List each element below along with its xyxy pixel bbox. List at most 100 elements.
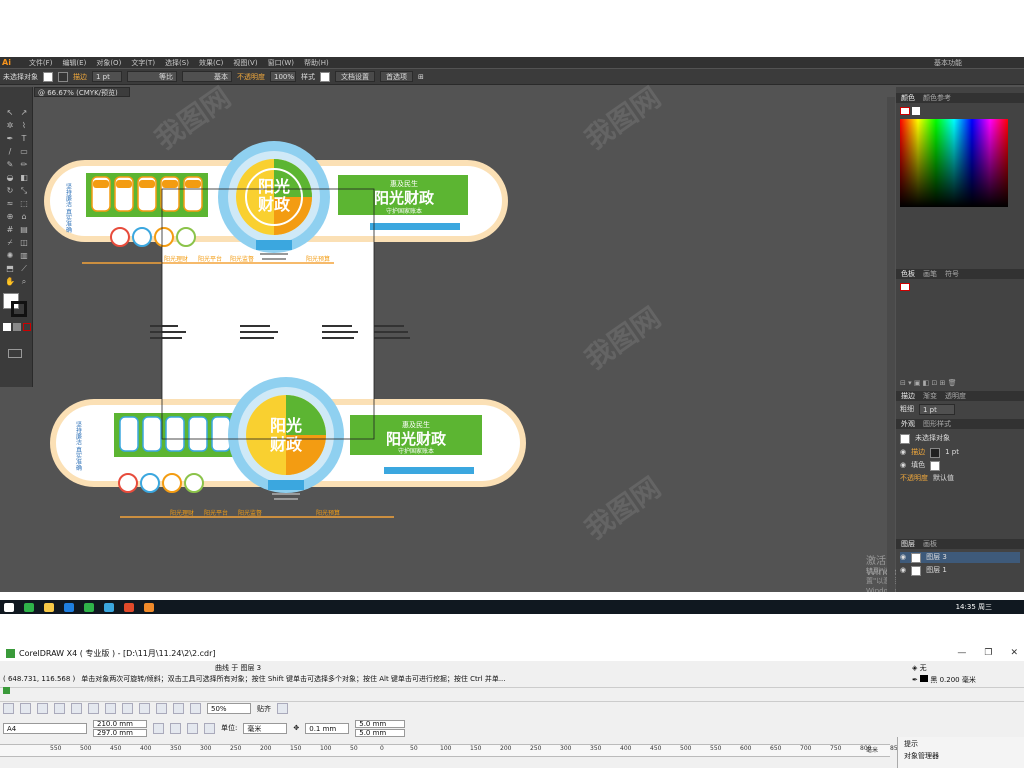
tab-artboards[interactable]: 画板 — [923, 539, 937, 549]
pencil-tool-icon[interactable]: ✏ — [18, 159, 30, 170]
free-transform-icon[interactable]: ⬚ — [18, 198, 30, 209]
layer-name[interactable]: 图层 3 — [926, 552, 947, 563]
preferences-button[interactable]: 首选项 — [380, 71, 413, 82]
undo-icon[interactable] — [122, 703, 133, 714]
perspective-icon[interactable]: ⌂ — [18, 211, 30, 222]
chat-icon[interactable] — [84, 602, 94, 612]
workspace-switcher[interactable]: 基本功能 — [934, 58, 962, 68]
white-color-icon[interactable] — [912, 107, 920, 115]
slice-tool-icon[interactable]: ⟋ — [18, 263, 30, 274]
app2-icon[interactable] — [104, 602, 114, 612]
arrange-icon[interactable]: ⊞ — [418, 73, 424, 81]
menu-window[interactable]: 窗口(W) — [268, 58, 294, 68]
swatch-none-icon[interactable] — [900, 283, 910, 291]
shape-builder-icon[interactable]: ⊕ — [4, 211, 16, 222]
menu-file[interactable]: 文件(F) — [29, 58, 53, 68]
eye-icon[interactable]: ◉ — [900, 447, 906, 458]
layer-row-3[interactable]: ◉ 图层 3 — [900, 552, 1020, 563]
close-icon[interactable]: ✕ — [1010, 648, 1018, 658]
page-size-select[interactable]: A4 — [3, 722, 87, 734]
lasso-icon[interactable]: ⌇ — [18, 120, 30, 131]
landscape-icon[interactable] — [170, 722, 181, 734]
gradient-tool-icon[interactable]: ▤ — [18, 224, 30, 235]
magic-wand-icon[interactable]: ✲ — [4, 120, 16, 131]
current-page-icon[interactable] — [204, 722, 215, 734]
color-mode-icon[interactable] — [3, 323, 11, 331]
tab-stroke[interactable]: 描边 — [901, 391, 915, 401]
redo-icon[interactable] — [139, 703, 150, 714]
screen-mode-icon[interactable] — [8, 349, 22, 358]
tab-color[interactable]: 颜色 — [901, 93, 915, 103]
cut-icon[interactable] — [71, 703, 82, 714]
app3-icon[interactable] — [124, 602, 134, 612]
appearance-row-opacity[interactable]: 不透明度 默认值 — [900, 473, 1020, 484]
artboard-tool-icon[interactable]: ⬒ — [4, 263, 16, 274]
app-icon[interactable] — [64, 602, 74, 612]
illustrator-taskbar-icon[interactable] — [144, 602, 154, 612]
unit-select[interactable]: 毫米 — [243, 722, 288, 734]
none-mode-icon[interactable] — [23, 323, 31, 331]
options-icon[interactable] — [277, 703, 288, 714]
warp-tool-icon[interactable]: ≈ — [4, 198, 16, 209]
menu-select[interactable]: 选择(S) — [165, 58, 189, 68]
copy-icon[interactable] — [88, 703, 99, 714]
menu-effect[interactable]: 效果(C) — [199, 58, 223, 68]
export-icon[interactable] — [173, 703, 184, 714]
scale-tool-icon[interactable]: ⤡ — [18, 185, 30, 196]
menu-type[interactable]: 文字(T) — [131, 58, 155, 68]
dup-y-input[interactable]: 5.0 mm — [355, 728, 406, 737]
appearance-stroke-label[interactable]: 描边 — [911, 447, 925, 458]
tab-layers[interactable]: 图层 — [901, 539, 915, 549]
symbol-sprayer-icon[interactable]: ✺ — [4, 250, 16, 261]
tab-gradient[interactable]: 渐变 — [923, 391, 937, 401]
hand-tool-icon[interactable]: ✋ — [4, 276, 16, 287]
type-tool-icon[interactable]: T — [18, 133, 30, 144]
appearance-stroke-swatch[interactable] — [930, 447, 941, 458]
zoom-select[interactable]: 50% — [207, 703, 251, 714]
start-icon[interactable] — [4, 602, 14, 612]
paste-icon[interactable] — [105, 703, 116, 714]
menu-object[interactable]: 对象(O) — [96, 58, 121, 68]
appearance-fill-label[interactable]: 填色 — [911, 460, 925, 471]
tab-symbols[interactable]: 符号 — [945, 269, 959, 279]
snap-label[interactable]: 贴齐 — [257, 704, 271, 714]
portrait-icon[interactable] — [153, 722, 164, 734]
page-width-input[interactable]: 210.0 mm — [93, 719, 147, 728]
document-tab[interactable]: @ 66.67% (CMYK/预览) — [34, 87, 130, 97]
blob-brush-icon[interactable]: ◒ — [4, 172, 16, 183]
layer-name[interactable]: 图层 1 — [926, 565, 947, 576]
open-icon[interactable] — [20, 703, 31, 714]
new-icon[interactable] — [3, 703, 14, 714]
eye-icon[interactable]: ◉ — [900, 565, 906, 576]
eye-icon[interactable]: ◉ — [900, 460, 906, 471]
brush-tool-icon[interactable]: ✎ — [4, 159, 16, 170]
style-swatch[interactable] — [320, 71, 330, 82]
tab-brushes[interactable]: 画笔 — [923, 269, 937, 279]
doc-setup-button[interactable]: 文档设置 — [335, 71, 375, 82]
horizontal-ruler[interactable]: 550 500 450 400 350 300 250 200 150 100 50 0 50 100 15… — [0, 744, 901, 757]
appearance-fill-swatch[interactable] — [930, 460, 941, 471]
stroke-weight-select[interactable]: 1 pt — [92, 71, 122, 82]
layer-row-1[interactable]: ◉ 图层 1 — [900, 565, 1020, 576]
graph-tool-icon[interactable]: ▥ — [18, 250, 30, 261]
menu-help[interactable]: 帮助(H) — [304, 58, 329, 68]
dup-x-input[interactable]: 5.0 mm — [355, 719, 406, 728]
appearance-opacity-label[interactable]: 不透明度 — [900, 473, 928, 484]
stroke-label[interactable]: 描边 — [73, 72, 87, 82]
gradient-mode-icon[interactable] — [13, 323, 21, 331]
eraser-icon[interactable]: ◧ — [18, 172, 30, 183]
rotate-tool-icon[interactable]: ↻ — [4, 185, 16, 196]
no-color-icon[interactable] — [900, 107, 910, 115]
direct-select-tool-icon[interactable]: ↗ — [18, 107, 30, 118]
eyedropper-icon[interactable]: ⌿ — [4, 237, 16, 248]
tab-appearance[interactable]: 外观 — [901, 419, 915, 429]
launcher-icon[interactable] — [190, 703, 201, 714]
tab-swatches[interactable]: 色板 — [901, 269, 915, 279]
tab-color-guide[interactable]: 颜色参考 — [923, 93, 951, 103]
mesh-tool-icon[interactable]: # — [4, 224, 16, 235]
all-pages-icon[interactable] — [187, 722, 198, 734]
wechat-icon[interactable] — [24, 602, 34, 612]
vertical-scrollbar[interactable] — [887, 97, 895, 592]
color-spectrum[interactable] — [900, 119, 1008, 207]
menu-edit[interactable]: 编辑(E) — [62, 58, 86, 68]
